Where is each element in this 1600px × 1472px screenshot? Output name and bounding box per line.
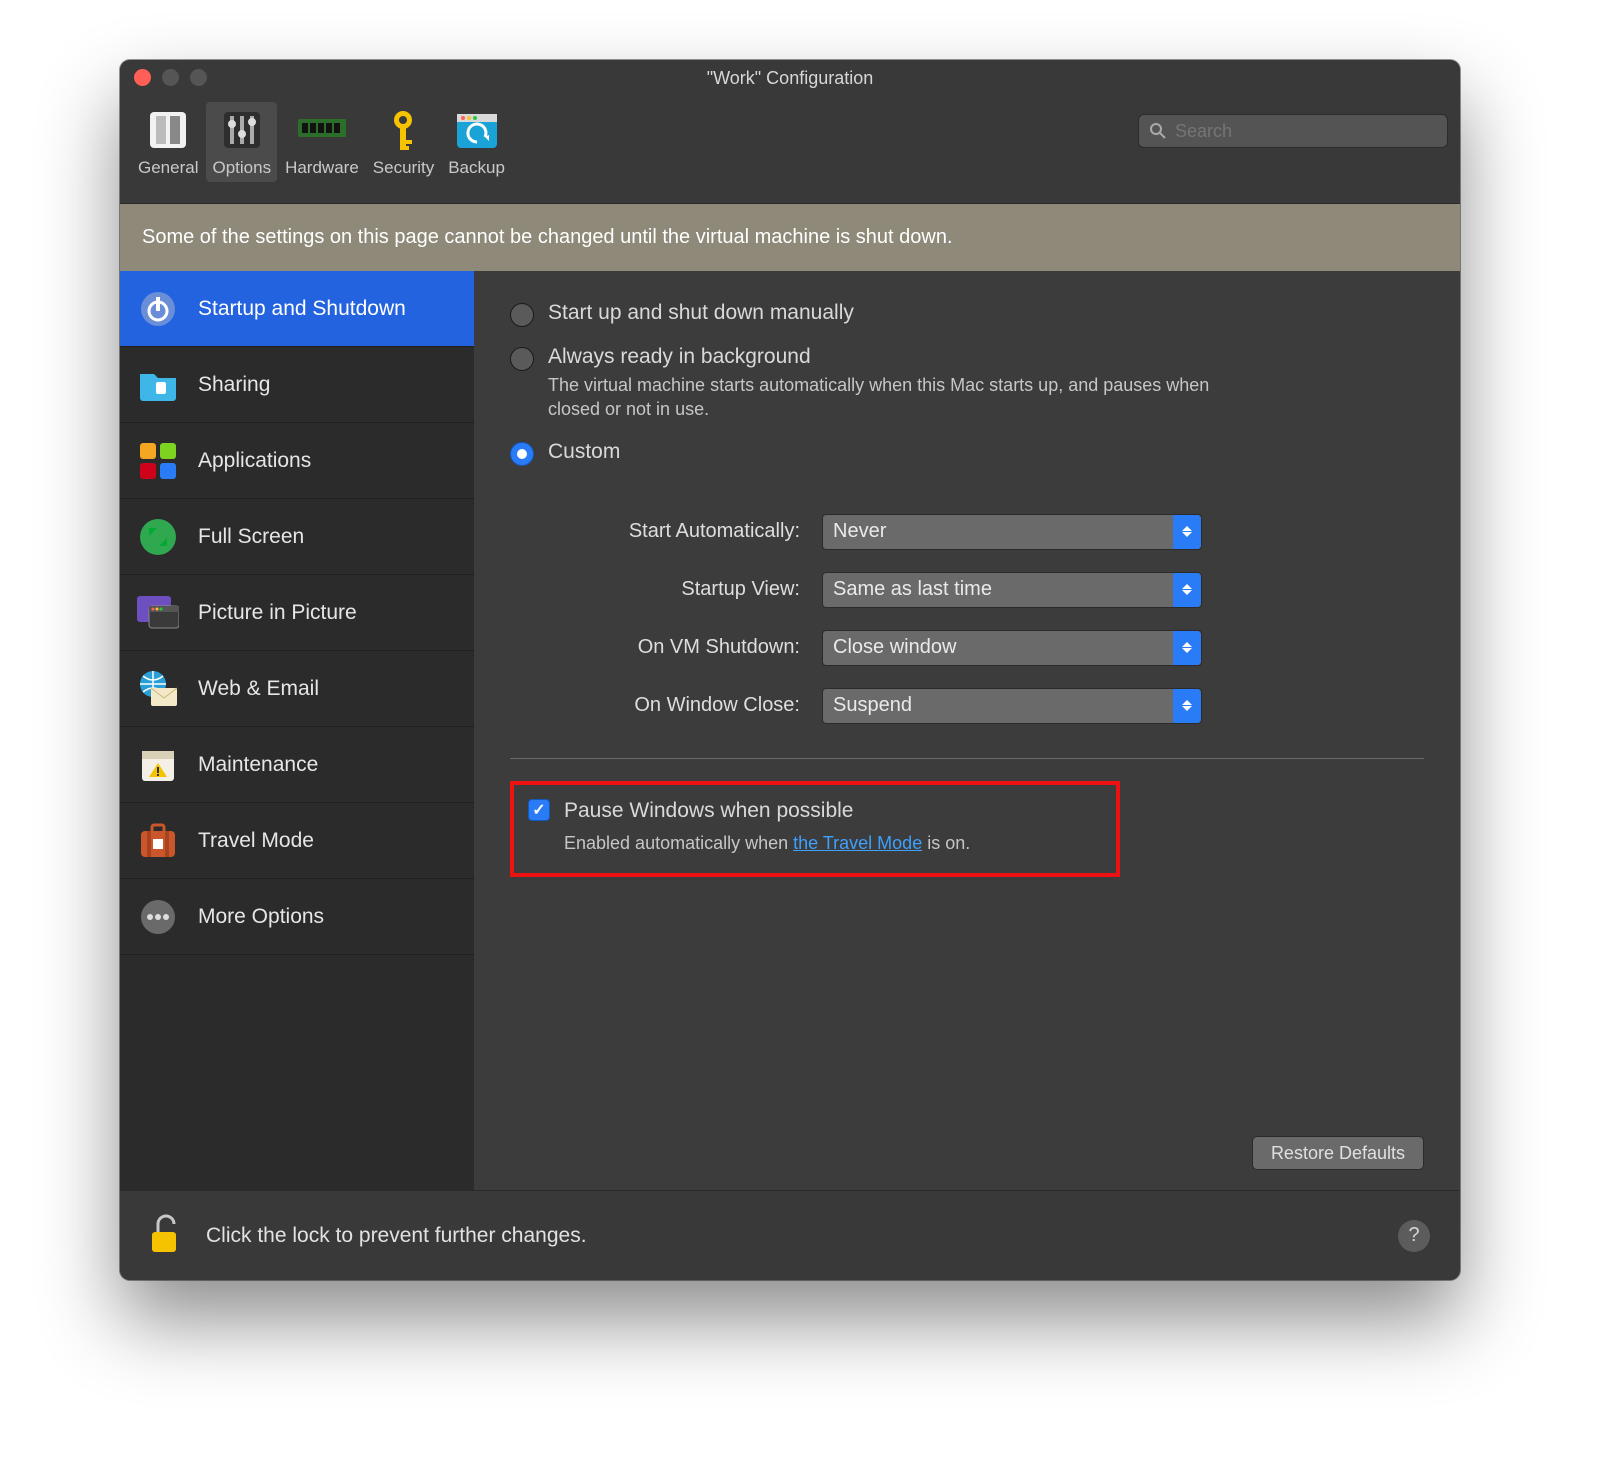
- radio-icon: [510, 442, 534, 466]
- radio-manual[interactable]: Start up and shut down manually: [510, 301, 1424, 327]
- sidebar-item-label: Full Screen: [198, 525, 304, 549]
- toolbar-security[interactable]: Security: [367, 102, 440, 182]
- label-on-vm-shutdown: On VM Shutdown:: [570, 636, 800, 659]
- config-window: "Work" Configuration General Options Har…: [120, 60, 1460, 1280]
- sidebar-item-label: Travel Mode: [198, 829, 314, 853]
- sidebar-item-startup-shutdown[interactable]: Startup and Shutdown: [120, 271, 474, 347]
- checkbox-pause-windows[interactable]: ✓ Pause Windows when possible Enabled au…: [528, 799, 1102, 855]
- sidebar-item-maintenance[interactable]: Maintenance: [120, 727, 474, 803]
- warning-banner: Some of the settings on this page cannot…: [120, 204, 1460, 271]
- radio-label: Custom: [548, 440, 620, 464]
- label-startup-view: Startup View:: [570, 578, 800, 601]
- window-title: "Work" Configuration: [707, 68, 874, 89]
- toolbar-options[interactable]: Options: [206, 102, 277, 182]
- sliders-icon: [218, 106, 266, 154]
- toolbar-hardware[interactable]: Hardware: [279, 102, 365, 182]
- help-button[interactable]: ?: [1398, 1220, 1430, 1252]
- sidebar-item-pip[interactable]: Picture in Picture: [120, 575, 474, 651]
- minimize-window-button[interactable]: [162, 69, 179, 86]
- sidebar-item-applications[interactable]: Applications: [120, 423, 474, 499]
- chevron-updown-icon: [1173, 515, 1201, 549]
- web-email-icon: [136, 667, 180, 711]
- titlebar: "Work" Configuration: [120, 60, 1460, 96]
- sidebar-item-label: Web & Email: [198, 677, 319, 701]
- sidebar-item-sharing[interactable]: Sharing: [120, 347, 474, 423]
- radio-always-ready[interactable]: Always ready in background The virtual m…: [510, 345, 1424, 422]
- travel-mode-link[interactable]: the Travel Mode: [793, 833, 922, 853]
- chevron-updown-icon: [1173, 573, 1201, 607]
- divider: [510, 758, 1424, 759]
- sidebar-item-fullscreen[interactable]: Full Screen: [120, 499, 474, 575]
- radio-icon: [510, 303, 534, 327]
- pip-icon: [136, 591, 180, 635]
- body: Startup and Shutdown Sharing Application…: [120, 271, 1460, 1190]
- search-field[interactable]: [1138, 114, 1448, 148]
- checkbox-sublabel: Enabled automatically when the Travel Mo…: [564, 831, 970, 855]
- restore-defaults-button[interactable]: Restore Defaults: [1252, 1136, 1424, 1170]
- sidebar-item-label: Applications: [198, 449, 311, 473]
- checkbox-icon: ✓: [528, 799, 550, 821]
- custom-settings: Start Automatically: Never Startup View:…: [570, 514, 1424, 724]
- ram-icon: [298, 106, 346, 154]
- lock-open-icon: [150, 1212, 184, 1254]
- radio-icon: [510, 347, 534, 371]
- select-start-automatically[interactable]: Never: [822, 514, 1202, 550]
- sidebar-item-more-options[interactable]: More Options: [120, 879, 474, 955]
- toolbar: General Options Hardware Security Backup: [120, 96, 1460, 204]
- select-startup-view[interactable]: Same as last time: [822, 572, 1202, 608]
- highlighted-section: ✓ Pause Windows when possible Enabled au…: [510, 781, 1120, 877]
- radio-label-group: Always ready in background The virtual m…: [548, 345, 1248, 422]
- sidebar-item-web-email[interactable]: Web & Email: [120, 651, 474, 727]
- label-on-window-close: On Window Close:: [570, 694, 800, 717]
- sidebar-item-label: Picture in Picture: [198, 601, 357, 625]
- radio-label: Start up and shut down manually: [548, 301, 854, 325]
- label-start-automatically: Start Automatically:: [570, 520, 800, 543]
- sidebar-item-label: Maintenance: [198, 753, 318, 777]
- content-pane: Start up and shut down manually Always r…: [474, 271, 1460, 1190]
- zoom-window-button[interactable]: [190, 69, 207, 86]
- backup-icon: [453, 106, 501, 154]
- apps-icon: [136, 439, 180, 483]
- radio-sublabel: The virtual machine starts automatically…: [548, 373, 1248, 422]
- footer: Click the lock to prevent further change…: [120, 1190, 1460, 1280]
- fullscreen-icon: [136, 515, 180, 559]
- sidebar-item-travel-mode[interactable]: Travel Mode: [120, 803, 474, 879]
- toolbar-general[interactable]: General: [132, 102, 204, 182]
- switch-icon: [144, 106, 192, 154]
- search-icon: [1149, 122, 1167, 140]
- lock-text: Click the lock to prevent further change…: [206, 1224, 587, 1248]
- radio-label: Always ready in background: [548, 345, 1248, 369]
- radio-custom[interactable]: Custom: [510, 440, 1424, 466]
- window-controls: [134, 69, 207, 86]
- sidebar: Startup and Shutdown Sharing Application…: [120, 271, 474, 1190]
- power-icon: [136, 287, 180, 331]
- select-on-window-close[interactable]: Suspend: [822, 688, 1202, 724]
- sidebar-item-label: More Options: [198, 905, 324, 929]
- checkbox-label: Pause Windows when possible: [564, 799, 970, 823]
- sidebar-item-label: Sharing: [198, 373, 270, 397]
- sidebar-item-label: Startup and Shutdown: [198, 297, 406, 321]
- chevron-updown-icon: [1173, 689, 1201, 723]
- toolbar-backup[interactable]: Backup: [442, 102, 511, 182]
- folder-icon: [136, 363, 180, 407]
- more-icon: [136, 895, 180, 939]
- lock-button[interactable]: [150, 1212, 184, 1260]
- search-input[interactable]: [1175, 121, 1437, 142]
- chevron-updown-icon: [1173, 631, 1201, 665]
- suitcase-icon: [136, 819, 180, 863]
- maintenance-icon: [136, 743, 180, 787]
- checkbox-label-group: Pause Windows when possible Enabled auto…: [564, 799, 970, 855]
- close-window-button[interactable]: [134, 69, 151, 86]
- select-on-vm-shutdown[interactable]: Close window: [822, 630, 1202, 666]
- key-icon: [379, 106, 427, 154]
